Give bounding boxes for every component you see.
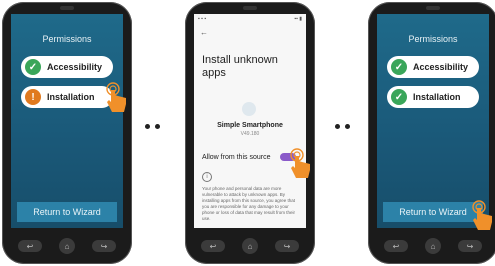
- recent-button[interactable]: ↪: [92, 240, 116, 252]
- installation-item[interactable]: ✓ Installation: [387, 86, 479, 108]
- exclamation-icon: !: [25, 89, 41, 105]
- page-title: Permissions: [408, 34, 458, 44]
- return-to-wizard-button[interactable]: Return to Wizard: [17, 202, 117, 222]
- check-icon: ✓: [391, 59, 407, 75]
- tap-hand-icon: [290, 148, 310, 178]
- recent-button[interactable]: ↪: [458, 240, 482, 252]
- step-dots-2: [335, 124, 350, 129]
- back-button[interactable]: ↩: [384, 240, 408, 252]
- step-dots-1: [145, 124, 160, 129]
- back-button[interactable]: ↩: [18, 240, 42, 252]
- page-title: Permissions: [42, 34, 92, 44]
- home-button[interactable]: ⌂: [59, 238, 75, 254]
- nav-bar: ↩ ⌂ ↪: [18, 236, 116, 256]
- page-title: Install unknown apps: [202, 54, 278, 79]
- app-name: Simple Smartphone: [217, 122, 283, 129]
- info-icon: i: [202, 172, 212, 182]
- installation-label: Installation: [47, 92, 95, 102]
- nav-bar: ↩ ⌂ ↪: [201, 236, 299, 256]
- home-button[interactable]: ⌂: [242, 238, 258, 254]
- installation-item[interactable]: ! Installation: [21, 86, 113, 108]
- phone-2: ▪ ▪ ▪ ▪▪ ▮ ← Install unknown apps Simple …: [185, 2, 315, 264]
- accessibility-item[interactable]: ✓ Accessibility: [21, 56, 113, 78]
- app-version: V49.180: [240, 131, 260, 137]
- camera: [60, 6, 74, 10]
- return-to-wizard-button[interactable]: Return to Wizard: [383, 202, 483, 222]
- accessibility-label: Accessibility: [47, 62, 103, 72]
- app-icon: [242, 102, 256, 116]
- install-unknown-apps-screen: ▪ ▪ ▪ ▪▪ ▮ ← Install unknown apps Simple …: [194, 14, 306, 228]
- camera: [426, 6, 440, 10]
- phone-1: Permissions ✓ Accessibility ! Installati…: [2, 2, 132, 264]
- back-arrow-icon[interactable]: ←: [200, 28, 208, 37]
- tap-hand-icon: [106, 82, 126, 112]
- permissions-screen-1: Permissions ✓ Accessibility ! Installati…: [11, 14, 123, 228]
- status-bar: ▪ ▪ ▪ ▪▪ ▮: [198, 16, 302, 22]
- back-button[interactable]: ↩: [201, 240, 225, 252]
- recent-button[interactable]: ↪: [275, 240, 299, 252]
- accessibility-item[interactable]: ✓ Accessibility: [387, 56, 479, 78]
- camera: [243, 6, 257, 10]
- installation-label: Installation: [413, 92, 461, 102]
- info-text: Your phone and personal data are more vu…: [202, 186, 296, 221]
- home-button[interactable]: ⌂: [425, 238, 441, 254]
- check-icon: ✓: [391, 89, 407, 105]
- permissions-screen-2: Permissions ✓ Accessibility ✓ Installati…: [377, 14, 489, 228]
- check-icon: ✓: [25, 59, 41, 75]
- nav-bar: ↩ ⌂ ↪: [384, 236, 482, 256]
- accessibility-label: Accessibility: [413, 62, 469, 72]
- allow-label: Allow from this source: [202, 154, 271, 161]
- tap-hand-icon: [472, 200, 492, 230]
